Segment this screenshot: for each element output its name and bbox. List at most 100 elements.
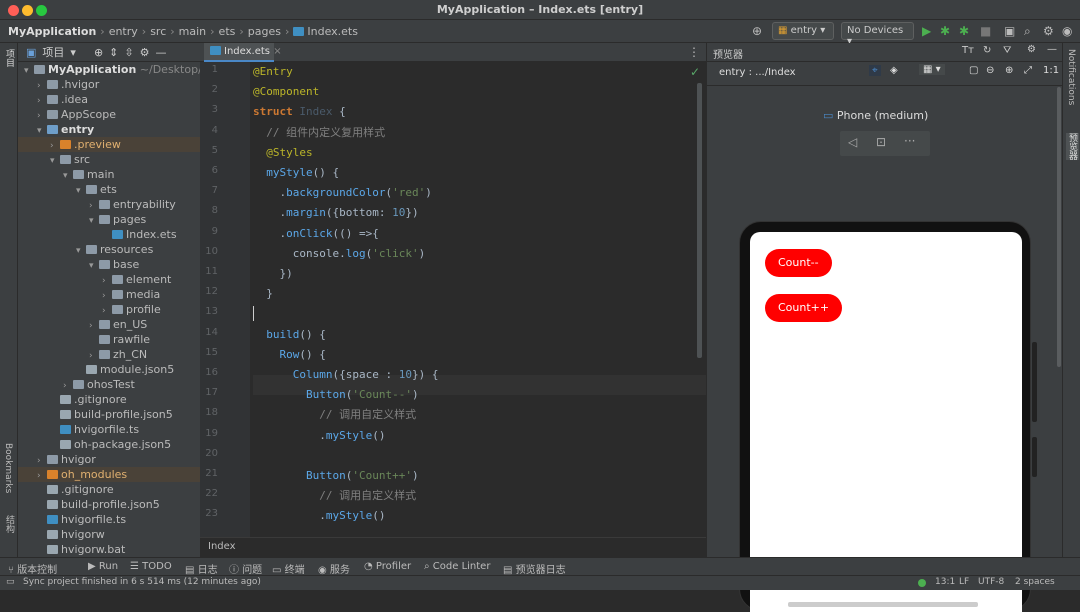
run-config-dropdown[interactable]: ▦ entry ▾ xyxy=(772,22,834,40)
tree-item[interactable]: › hvigor xyxy=(18,452,200,467)
stop-icon[interactable]: ■ xyxy=(980,24,991,38)
status-panel-icon[interactable]: ▭ xyxy=(6,577,15,587)
profiler-tab[interactable]: ◔ Profiler xyxy=(364,561,411,572)
breadcrumb-item-entry[interactable]: entry xyxy=(109,25,138,38)
tree-item[interactable]: Index.ets xyxy=(18,227,200,242)
editor-scrollbar[interactable] xyxy=(697,83,702,358)
tree-item[interactable]: › media xyxy=(18,287,200,302)
status-indicator-icon[interactable] xyxy=(918,579,926,587)
tree-item[interactable]: ▾ pages xyxy=(18,212,200,227)
tree-item[interactable]: ▾ src xyxy=(18,152,200,167)
breadcrumb-item-file[interactable]: Index.ets xyxy=(293,25,358,38)
tree-item[interactable]: ▾ ets xyxy=(18,182,200,197)
todo-tab[interactable]: ☰ TODO xyxy=(130,561,172,572)
filter-icon[interactable]: ⛛ xyxy=(1003,45,1011,56)
count-minus-button[interactable]: Count-- xyxy=(765,249,832,277)
tree-item[interactable]: › ohosTest xyxy=(18,377,200,392)
chevron-down-icon[interactable]: ▾ xyxy=(70,46,76,59)
breadcrumb-item-src[interactable]: src xyxy=(150,25,166,38)
project-view-dropdown[interactable]: 项目 xyxy=(42,44,64,60)
inspector-icon[interactable]: ⌖ xyxy=(869,65,881,76)
indent-setting[interactable]: 2 spaces xyxy=(1015,577,1055,587)
layers-icon[interactable]: ◈ xyxy=(890,65,898,76)
tree-item[interactable]: ▾ main xyxy=(18,167,200,182)
tree-item[interactable]: hvigorw.bat xyxy=(18,542,200,557)
more-icon[interactable]: ··· xyxy=(904,134,915,148)
zoom-in-icon[interactable]: ⊕ xyxy=(1005,65,1013,76)
fit-screen-icon[interactable]: ▢ xyxy=(969,65,978,76)
line-separator[interactable]: LF xyxy=(959,577,969,587)
expand-all-icon[interactable]: ⇕ xyxy=(109,46,118,59)
preview-scrollbar[interactable] xyxy=(1057,87,1061,367)
gear-icon[interactable]: ⚙ xyxy=(140,46,150,59)
run-icon[interactable]: ▶ xyxy=(922,24,931,38)
grid-view-icon[interactable]: ▦ ▾ xyxy=(919,64,945,75)
tree-item[interactable]: .gitignore xyxy=(18,392,200,407)
project-tool-tab[interactable]: 项目 xyxy=(3,49,16,67)
search-icon[interactable]: ⌕ xyxy=(1024,24,1031,38)
tree-item[interactable]: › profile xyxy=(18,302,200,317)
fullscreen-icon[interactable]: ⤢ xyxy=(1024,65,1032,76)
device-manager-icon[interactable]: ▣ xyxy=(1004,24,1015,38)
breadcrumb-item-pages[interactable]: pages xyxy=(248,25,281,38)
notifications-tool-tab[interactable]: Notifications xyxy=(1066,49,1076,105)
tree-item[interactable]: › .preview xyxy=(18,137,200,152)
tree-item[interactable]: › oh_modules xyxy=(18,467,200,482)
tab-index-ets[interactable]: Index.ets × xyxy=(204,43,282,62)
tree-item[interactable]: hvigorw xyxy=(18,527,200,542)
terminal-tab[interactable]: ▭ 终端 xyxy=(272,561,305,576)
code-linter-tab[interactable]: ⌕ Code Linter xyxy=(424,561,490,572)
tree-item[interactable]: › AppScope xyxy=(18,107,200,122)
tree-item[interactable]: › entryability xyxy=(18,197,200,212)
account-icon[interactable]: ◉ xyxy=(1062,24,1072,38)
tree-item[interactable]: ▾ resources xyxy=(18,242,200,257)
zoom-out-icon[interactable]: ⊖ xyxy=(986,65,994,76)
device-dropdown[interactable]: No Devices ▾ xyxy=(841,22,914,47)
attach-debugger-icon[interactable]: ✱ xyxy=(959,24,969,38)
debug-icon[interactable]: ✱ xyxy=(940,24,950,38)
refresh-icon[interactable]: ↻ xyxy=(983,45,991,56)
close-tab-icon[interactable]: × xyxy=(273,46,281,57)
gear-icon[interactable]: ⚙ xyxy=(1043,24,1054,38)
tree-item[interactable]: › element xyxy=(18,272,200,287)
tree-item[interactable]: oh-package.json5 xyxy=(18,437,200,452)
tree-item[interactable]: build-profile.json5 xyxy=(18,497,200,512)
code-area[interactable]: @Entry @Component struct Index { // 组件内定义复… xyxy=(253,62,753,537)
status-message[interactable]: Sync project finished in 6 s 514 ms (12 … xyxy=(23,577,261,587)
rotate-icon[interactable]: ⊡ xyxy=(876,135,886,149)
breadcrumb-item-project[interactable]: MyApplication xyxy=(8,25,96,38)
tree-item[interactable]: ▾ entry xyxy=(18,122,200,137)
run-tab[interactable]: ▶ Run xyxy=(88,561,118,572)
locate-file-icon[interactable]: ⊕ xyxy=(94,46,103,59)
tree-item[interactable]: › en_US xyxy=(18,317,200,332)
target-icon[interactable]: ⊕ xyxy=(752,24,762,38)
previewer-log-tab[interactable]: ▤ 预览器日志 xyxy=(503,561,566,576)
count-plus-button[interactable]: Count++ xyxy=(765,294,843,322)
previewer-tool-tab[interactable]: 预览器 xyxy=(1066,133,1079,160)
tree-item[interactable]: rawfile xyxy=(18,332,200,347)
hide-panel-icon[interactable]: — xyxy=(155,46,166,59)
structure-tool-tab[interactable]: 结构 xyxy=(3,515,16,533)
breadcrumb-item-main[interactable]: main xyxy=(179,25,206,38)
bookmarks-tool-tab[interactable]: Bookmarks xyxy=(3,443,13,493)
collapse-all-icon[interactable]: ⇳ xyxy=(124,46,133,59)
editor-footer-breadcrumb[interactable]: Index xyxy=(200,537,706,557)
tree-item[interactable]: ▾MyApplication ~/Desktop/MyA xyxy=(18,62,200,77)
services-tab[interactable]: ◉ 服务 xyxy=(318,561,350,576)
version-control-tab[interactable]: ⑂ 版本控制 xyxy=(8,561,57,576)
problems-tab[interactable]: ⓘ 问题 xyxy=(229,561,262,576)
tree-item[interactable]: › .idea xyxy=(18,92,200,107)
tree-item[interactable]: › zh_CN xyxy=(18,347,200,362)
log-tab[interactable]: ▤ 日志 xyxy=(185,561,218,576)
more-options-icon[interactable]: ⋮ xyxy=(688,45,700,59)
font-size-icon[interactable]: Tт xyxy=(962,45,974,56)
tree-item[interactable]: .gitignore xyxy=(18,482,200,497)
cursor-position[interactable]: 13:1 xyxy=(935,577,955,587)
hide-panel-icon[interactable]: — xyxy=(1047,44,1057,55)
gear-icon[interactable]: ⚙ xyxy=(1027,44,1036,55)
tree-item[interactable]: hvigorfile.ts xyxy=(18,512,200,527)
tree-item[interactable]: hvigorfile.ts xyxy=(18,422,200,437)
tree-item[interactable]: build-profile.json5 xyxy=(18,407,200,422)
file-encoding[interactable]: UTF-8 xyxy=(978,577,1004,587)
actual-size-icon[interactable]: 1:1 xyxy=(1043,65,1059,76)
